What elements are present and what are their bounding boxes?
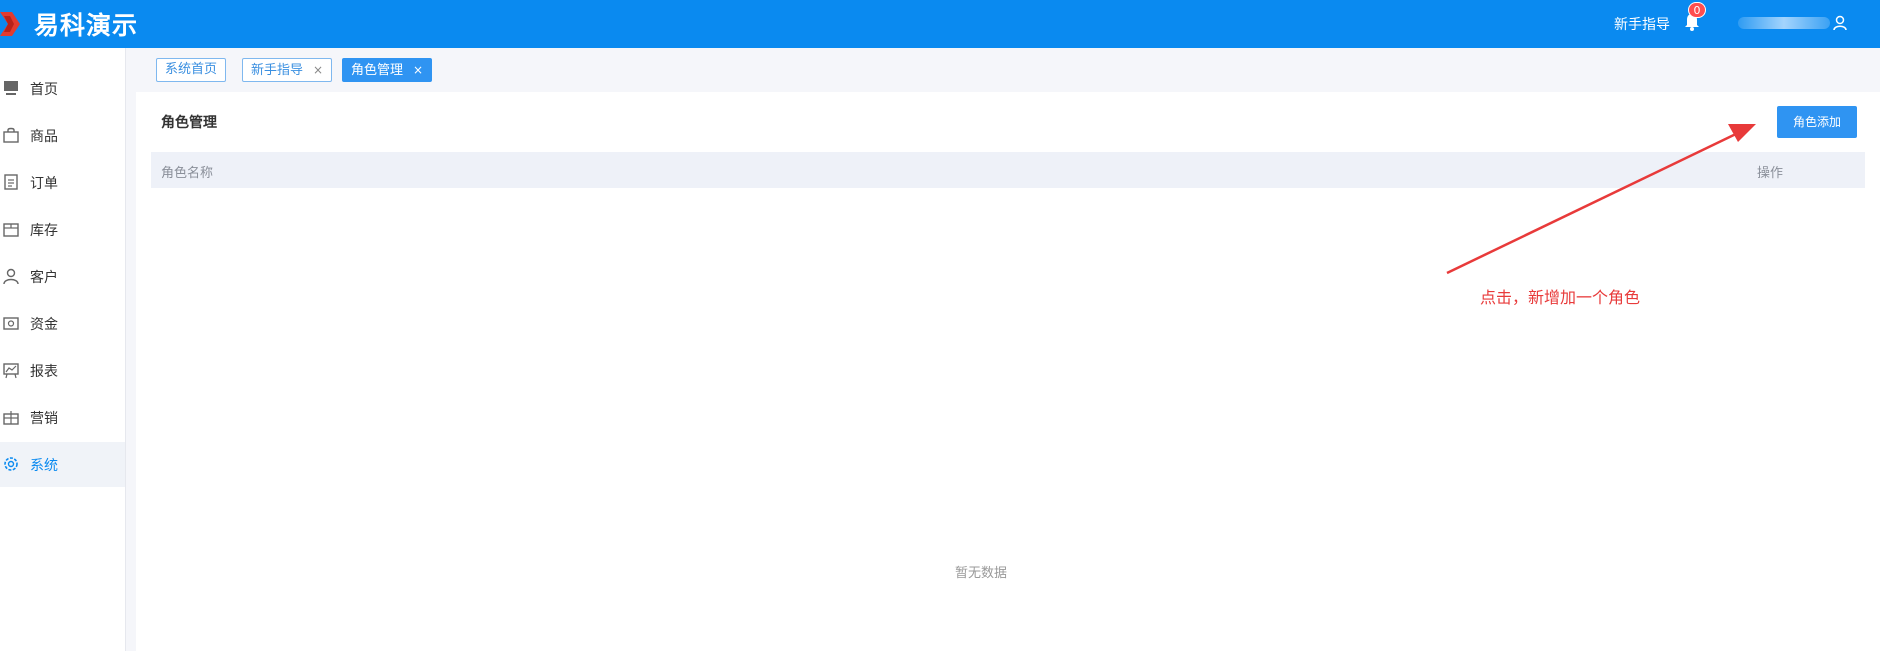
top-bar: 易科演示 (0, 0, 1880, 48)
logo-icon (0, 10, 20, 38)
page-title: 角色管理 (161, 115, 217, 131)
user-icon (2, 267, 20, 285)
sidebar-item-reports[interactable]: 报表 (0, 348, 125, 393)
sidebar-item-products[interactable]: 商品 (0, 113, 125, 158)
sidebar-item-label: 首页 (30, 82, 58, 98)
tab-label: 角色管理 (351, 63, 404, 78)
sidebar-item-label: 订单 (30, 176, 58, 192)
tab-label: 系统首页 (165, 62, 218, 77)
sidebar-item-marketing[interactable]: 营销 (0, 395, 125, 440)
tab-beginner-guide[interactable]: 新手指导 × (242, 58, 333, 82)
sidebar-item-orders[interactable]: 订单 (0, 160, 125, 205)
package-icon (2, 220, 20, 238)
tab-role-management[interactable]: 角色管理 × (342, 58, 433, 82)
user-name[interactable] (1738, 17, 1830, 29)
beginner-guide-link[interactable]: 新手指导 (1614, 14, 1670, 34)
cash-icon (2, 314, 20, 332)
close-icon[interactable]: × (313, 63, 323, 77)
chart-icon (2, 361, 20, 379)
notification-badge: 0 (1688, 2, 1706, 18)
sidebar-item-label: 库存 (30, 223, 58, 239)
tab-system-home[interactable]: 系统首页 (156, 58, 227, 82)
document-icon (2, 173, 20, 191)
sidebar-item-funds[interactable]: 资金 (0, 301, 125, 346)
shopping-bag-icon (2, 126, 20, 144)
column-header-role-name[interactable]: 角色名称 (161, 162, 213, 181)
main-panel: 角色管理 角色添加 角色名称 操作 暂无数据 (136, 92, 1880, 651)
tab-label: 新手指导 (251, 63, 304, 78)
sidebar-item-label: 系统 (30, 458, 58, 474)
sidebar-item-label: 资金 (30, 317, 58, 333)
logo[interactable]: 易科演示 (0, 8, 138, 40)
sidebar: 首页 商品 订单 库存 客户 资金 报表 营销 系统 (0, 48, 126, 651)
sidebar-item-inventory[interactable]: 库存 (0, 207, 125, 252)
sidebar-item-system[interactable]: 系统 (0, 442, 125, 487)
user-icon[interactable] (1832, 14, 1848, 32)
gear-icon (2, 455, 20, 473)
sidebar-item-label: 报表 (30, 364, 58, 380)
sidebar-item-label: 商品 (30, 129, 58, 145)
monitor-icon (2, 79, 20, 97)
empty-state-text: 暂无数据 (954, 566, 1008, 581)
sidebar-item-customers[interactable]: 客户 (0, 254, 125, 299)
tab-bar: 系统首页 新手指导 × 角色管理 × (136, 48, 1880, 92)
close-icon[interactable]: × (413, 63, 423, 77)
column-header-actions: 操作 (1757, 166, 1784, 181)
sidebar-item-label: 营销 (30, 411, 58, 427)
gift-icon (2, 408, 20, 426)
add-role-button[interactable]: 角色添加 (1777, 106, 1857, 138)
logo-text: 易科演示 (34, 11, 139, 40)
table-header: 角色名称 操作 (151, 152, 1865, 188)
sidebar-item-home[interactable]: 首页 (0, 66, 125, 111)
annotation-text: 点击，新增加一个角色 (1480, 288, 1641, 307)
sidebar-item-label: 客户 (30, 270, 58, 286)
